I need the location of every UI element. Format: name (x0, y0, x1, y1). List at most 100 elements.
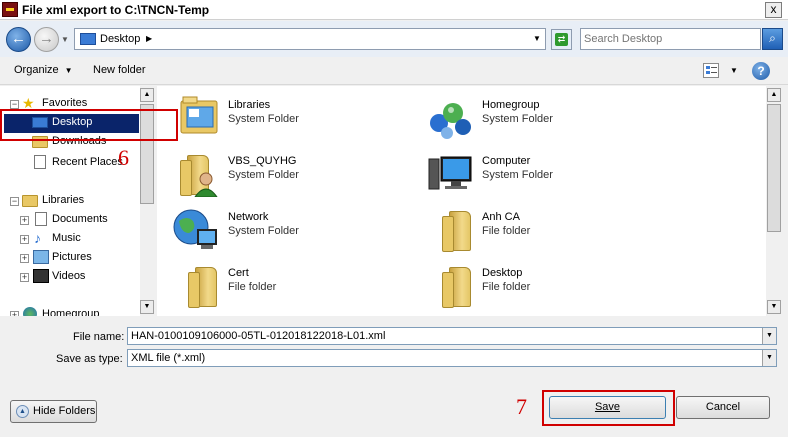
search-icon[interactable]: ⌕ (762, 28, 783, 50)
file-name: Libraries (228, 99, 271, 111)
app-icon (2, 2, 18, 17)
new-folder-button[interactable]: New folder (93, 64, 146, 76)
file-item[interactable]: Libraries System Folder (171, 93, 401, 143)
scroll-down-icon[interactable]: ▼ (767, 300, 781, 314)
organize-button[interactable]: Organize ▼ (14, 64, 73, 76)
file-name: VBS_QUYHG (228, 155, 297, 167)
file-name: Homegroup (482, 99, 540, 111)
videos-icon (33, 269, 49, 283)
annotation-step-7: 7 (516, 394, 527, 419)
refresh-icon: ⇄ (555, 33, 568, 46)
nav-item-libraries[interactable]: − Libraries (0, 192, 140, 210)
file-name: Computer (482, 155, 531, 167)
hide-folders-button[interactable]: ▲ Hide Folders (10, 400, 97, 423)
close-button[interactable]: x (765, 2, 782, 18)
nav-label: Videos (52, 270, 86, 282)
desktop-icon (80, 33, 96, 45)
nav-label: Libraries (42, 194, 85, 206)
nav-label: Homegroup (42, 308, 100, 316)
command-bar: Organize ▼ New folder ▼ ? (0, 57, 788, 85)
title-bar: File xml export to C:\TNCN-Temp x (0, 0, 788, 20)
documents-icon (35, 212, 47, 226)
save-as-type-value[interactable] (131, 350, 759, 366)
nav-item-homegroup[interactable]: + Homegroup (0, 306, 140, 316)
collapse-icon[interactable]: − (10, 197, 19, 206)
address-dropdown-icon[interactable]: ▼ (533, 34, 541, 43)
file-item[interactable]: VBS_QUYHG System Folder (171, 149, 401, 199)
file-name-field[interactable]: ▼ (127, 327, 777, 345)
star-icon: ★ (22, 95, 35, 111)
window-title: File xml export to C:\TNCN-Temp (22, 3, 210, 17)
change-view-icon[interactable] (703, 63, 719, 78)
search-box[interactable] (580, 28, 761, 50)
file-list-scrollbar[interactable]: ▲ ▼ (767, 86, 782, 316)
expand-icon[interactable]: + (20, 216, 29, 225)
forward-button[interactable]: → (34, 27, 59, 52)
chevron-up-icon: ▲ (16, 405, 29, 418)
refresh-button[interactable]: ⇄ (551, 29, 572, 50)
back-button[interactable]: ← (6, 27, 31, 52)
nav-label: Documents (52, 213, 108, 225)
expand-icon[interactable]: + (20, 254, 29, 263)
network-icon (171, 205, 221, 253)
view-dropdown-icon[interactable]: ▼ (730, 66, 738, 75)
save-as-type-select[interactable]: ▼ (127, 349, 777, 367)
file-item[interactable]: Computer System Folder (425, 149, 655, 199)
file-name: Anh CA (482, 211, 520, 223)
user-folder-icon (171, 149, 221, 197)
scroll-up-icon[interactable]: ▲ (140, 88, 154, 102)
search-input[interactable] (584, 30, 759, 48)
organize-label: Organize (14, 64, 59, 76)
address-bar[interactable]: Desktop ▶ ▼ (74, 28, 546, 50)
file-type: System Folder (482, 113, 553, 125)
nav-item-videos[interactable]: + Videos (0, 268, 140, 286)
help-icon[interactable]: ? (752, 62, 770, 80)
file-list: Libraries System Folder Homegroup System… (157, 86, 766, 316)
nav-label: Music (52, 232, 81, 244)
pictures-icon (33, 250, 49, 264)
address-row: ← → ▼ Desktop ▶ ▼ ⇄ ⌕ (0, 21, 788, 57)
address-location[interactable]: Desktop (100, 33, 140, 45)
expand-icon[interactable]: + (10, 311, 19, 316)
file-type: System Folder (228, 113, 299, 125)
nav-item-pictures[interactable]: + Pictures (0, 249, 140, 267)
file-name: Network (228, 211, 269, 223)
recent-pages-dropdown-icon[interactable]: ▼ (61, 35, 69, 44)
file-name: Cert (228, 267, 249, 279)
chevron-down-icon[interactable]: ▼ (762, 328, 776, 344)
libraries-icon (171, 93, 221, 141)
expand-icon[interactable]: + (20, 235, 29, 244)
annotation-step-6: 6 (118, 145, 129, 170)
file-item[interactable]: Network System Folder (171, 205, 401, 255)
file-name: Desktop (482, 267, 523, 279)
file-item[interactable]: Homegroup System Folder (425, 93, 655, 143)
cancel-button[interactable]: Cancel (676, 396, 770, 419)
nav-item-documents[interactable]: + Documents (0, 211, 140, 229)
expand-icon[interactable]: + (20, 273, 29, 282)
file-item[interactable]: Anh CA File folder (425, 205, 655, 255)
save-as-type-label: Save as type: (56, 353, 123, 365)
computer-icon (425, 149, 475, 197)
nav-item-music[interactable]: + ♪ Music (0, 230, 140, 248)
libraries-icon (22, 195, 38, 207)
recent-places-icon (34, 155, 46, 169)
scroll-down-icon[interactable]: ▼ (140, 300, 154, 314)
file-item[interactable]: Cert File folder (171, 261, 401, 311)
scroll-up-icon[interactable]: ▲ (767, 88, 781, 102)
file-type: System Folder (482, 169, 553, 181)
breadcrumb-arrow-icon[interactable]: ▶ (146, 34, 152, 43)
file-type: File folder (482, 225, 531, 237)
hide-folders-label: Hide Folders (33, 405, 96, 417)
file-name-input[interactable] (131, 328, 759, 344)
file-item[interactable]: Desktop File folder (425, 261, 655, 311)
chevron-down-icon[interactable]: ▼ (762, 350, 776, 366)
file-type: File folder (482, 281, 531, 293)
nav-label: Recent Places (52, 156, 123, 168)
homegroup-icon (23, 307, 37, 316)
folder-icon (425, 205, 475, 253)
folder-icon (425, 261, 475, 309)
folder-icon (171, 261, 221, 309)
nav-label: Pictures (52, 251, 92, 263)
scroll-thumb[interactable] (767, 104, 781, 232)
collapse-icon[interactable]: − (10, 100, 19, 109)
